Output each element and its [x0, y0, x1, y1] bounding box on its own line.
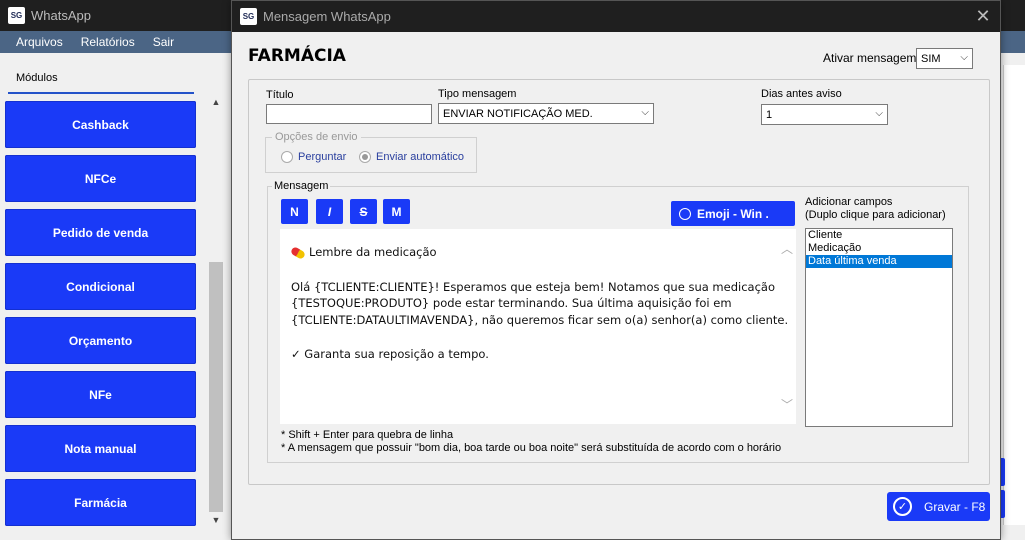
modules-scrollbar-thumb[interactable]	[209, 262, 223, 512]
editor-scroll-down-icon[interactable]: ﹀	[781, 396, 793, 413]
dialog-title: Mensagem WhatsApp	[263, 9, 391, 24]
tipo-mensagem-label: Tipo mensagem	[438, 88, 517, 100]
module-button-condicional[interactable]: Condicional	[5, 263, 196, 310]
hint-greeting: * A mensagem que possuir "bom dia, boa t…	[281, 442, 782, 454]
dias-antes-value: 1	[766, 108, 773, 121]
radio-perguntar-label: Perguntar	[298, 151, 347, 163]
smiley-icon	[679, 207, 691, 220]
tab-modulos[interactable]: Módulos	[8, 72, 194, 94]
pill-icon	[289, 245, 307, 260]
bold-button[interactable]: N	[281, 199, 308, 224]
opcoes-envio-legend: Opções de envio	[272, 131, 361, 143]
ativar-mensagem-select[interactable]: SIM ⌵	[916, 48, 973, 69]
scroll-down-icon[interactable]: ▼	[208, 512, 224, 528]
gravar-button[interactable]: ✓ Gravar - F8	[887, 492, 990, 521]
chevron-down-icon: ⌵	[641, 107, 649, 118]
check-circle-icon: ✓	[893, 497, 912, 516]
main-window-title: WhatsApp	[31, 8, 91, 23]
module-button-farmacia[interactable]: Farmácia	[5, 479, 196, 526]
message-line-2: Olá {TCLIENTE:CLIENTE}! Esperamos que es…	[291, 280, 775, 294]
app-logo-icon: SG	[8, 7, 25, 24]
module-button-pedido-de-venda[interactable]: Pedido de venda	[5, 209, 196, 256]
list-item-cliente[interactable]: Cliente	[806, 229, 952, 242]
chevron-down-icon: ⌵	[875, 108, 883, 119]
scroll-up-icon[interactable]: ▲	[208, 94, 224, 110]
mensagem-legend: Mensagem	[272, 180, 331, 192]
message-line-5: ✓ Garanta sua reposição a tempo.	[291, 347, 489, 361]
list-item-medicacao[interactable]: Medicação	[806, 242, 952, 255]
campos-listbox[interactable]: Cliente Medicação Data última venda	[805, 228, 953, 427]
titulo-input[interactable]	[266, 104, 432, 124]
module-button-nota-manual[interactable]: Nota manual	[5, 425, 196, 472]
gravar-button-label: Gravar - F8	[924, 499, 986, 514]
tipo-mensagem-value: ENVIAR NOTIFICAÇÃO MED.	[443, 107, 593, 120]
message-editor[interactable]: Lembre da medicação Olá {TCLIENTE:CLIENT…	[280, 229, 796, 424]
ativar-mensagem-label: Ativar mensagem	[823, 51, 917, 65]
radio-enviar-automatico-label: Enviar automático	[376, 151, 465, 163]
titulo-label: Título	[266, 89, 294, 101]
message-line-4: {TCLIENTE:DATAULTIMAVENDA}, não queremos…	[291, 313, 789, 327]
emoji-button-label: Emoji - Win .	[697, 206, 769, 221]
strikethrough-button[interactable]: S	[350, 199, 377, 224]
emoji-button[interactable]: Emoji - Win .	[671, 201, 795, 226]
module-button-nfe[interactable]: NFe	[5, 371, 196, 418]
ativar-mensagem-value: SIM	[921, 52, 941, 65]
dias-antes-label: Dias antes aviso	[761, 88, 842, 100]
background-right-panel	[1003, 65, 1025, 525]
chevron-down-icon: ⌵	[960, 52, 968, 63]
monospace-button[interactable]: M	[383, 199, 410, 224]
adicionar-campos-label: Adicionar campos (Duplo clique para adic…	[805, 196, 946, 221]
dias-antes-select[interactable]: 1 ⌵	[761, 104, 888, 125]
tipo-mensagem-select[interactable]: ENVIAR NOTIFICAÇÃO MED. ⌵	[438, 103, 654, 124]
close-icon[interactable]: ✕	[972, 5, 994, 27]
module-button-orcamento[interactable]: Orçamento	[5, 317, 196, 364]
radio-perguntar[interactable]	[281, 151, 293, 163]
page-title: FARMÁCIA	[248, 46, 346, 66]
hint-line-break: * Shift + Enter para quebra de linha	[281, 429, 454, 441]
dialog-logo-icon: SG	[240, 8, 257, 25]
menu-arquivos[interactable]: Arquivos	[16, 35, 63, 49]
menu-sair[interactable]: Sair	[153, 35, 174, 49]
radio-enviar-automatico[interactable]	[359, 151, 371, 163]
message-line-1: Lembre da medicação	[289, 245, 437, 260]
italic-button[interactable]: I	[316, 199, 343, 224]
editor-scroll-up-icon[interactable]: ︿	[781, 240, 793, 257]
module-button-cashback[interactable]: Cashback	[5, 101, 196, 148]
menu-relatorios[interactable]: Relatórios	[81, 35, 135, 49]
dialog-titlebar: SG Mensagem WhatsApp ✕	[232, 1, 1000, 32]
module-button-nfce[interactable]: NFCe	[5, 155, 196, 202]
message-line-3: {TESTOQUE:PRODUTO} pode estar terminando…	[291, 296, 732, 310]
list-item-data-ultima-venda[interactable]: Data última venda	[806, 255, 952, 268]
modules-list: Cashback NFCe Pedido de venda Condiciona…	[5, 101, 197, 533]
